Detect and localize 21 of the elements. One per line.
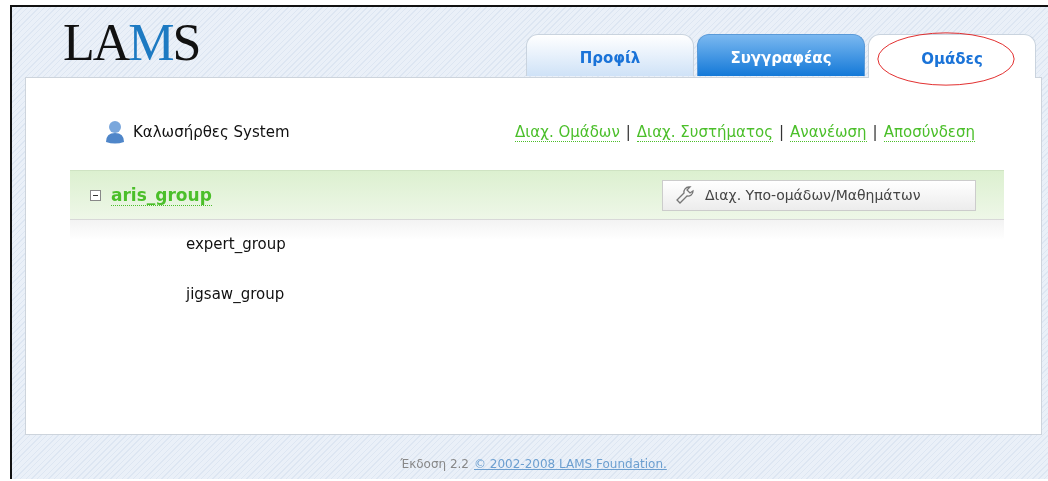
version-text: Έκδοση 2.2 [400, 457, 469, 471]
link-separator: | [778, 123, 784, 141]
collapse-toggle[interactable] [90, 189, 101, 201]
nav-link[interactable]: Διαχ. Ομάδων [515, 122, 620, 142]
welcome-text: Καλωσήρθες System [133, 123, 290, 141]
nav-link[interactable]: Αποσύνδεση [883, 122, 975, 142]
tab[interactable]: Προφίλ [526, 34, 694, 76]
group-link[interactable]: aris_group [111, 184, 212, 206]
wrench-icon [675, 185, 695, 205]
user-icon [105, 120, 125, 144]
nav-link[interactable]: Διαχ. Συστήματος [636, 122, 773, 142]
tab[interactable]: Ομάδες [868, 34, 1036, 78]
copyright-link[interactable]: © 2002-2008 LAMS Foundation. [474, 457, 667, 471]
nav-link[interactable]: Ανανέωση [790, 122, 867, 142]
link-separator: | [625, 123, 631, 141]
tab[interactable]: Συγγραφέας [697, 34, 865, 76]
link-separator: | [872, 123, 878, 141]
subgroup-name: expert_group [186, 234, 287, 255]
subgroup-name: jigsaw_group [186, 284, 286, 305]
manage-subgroups-button[interactable]: Διαχ. Υπο-ομάδων/Μαθημάτων [662, 179, 976, 211]
logo: LAMS [62, 17, 200, 73]
